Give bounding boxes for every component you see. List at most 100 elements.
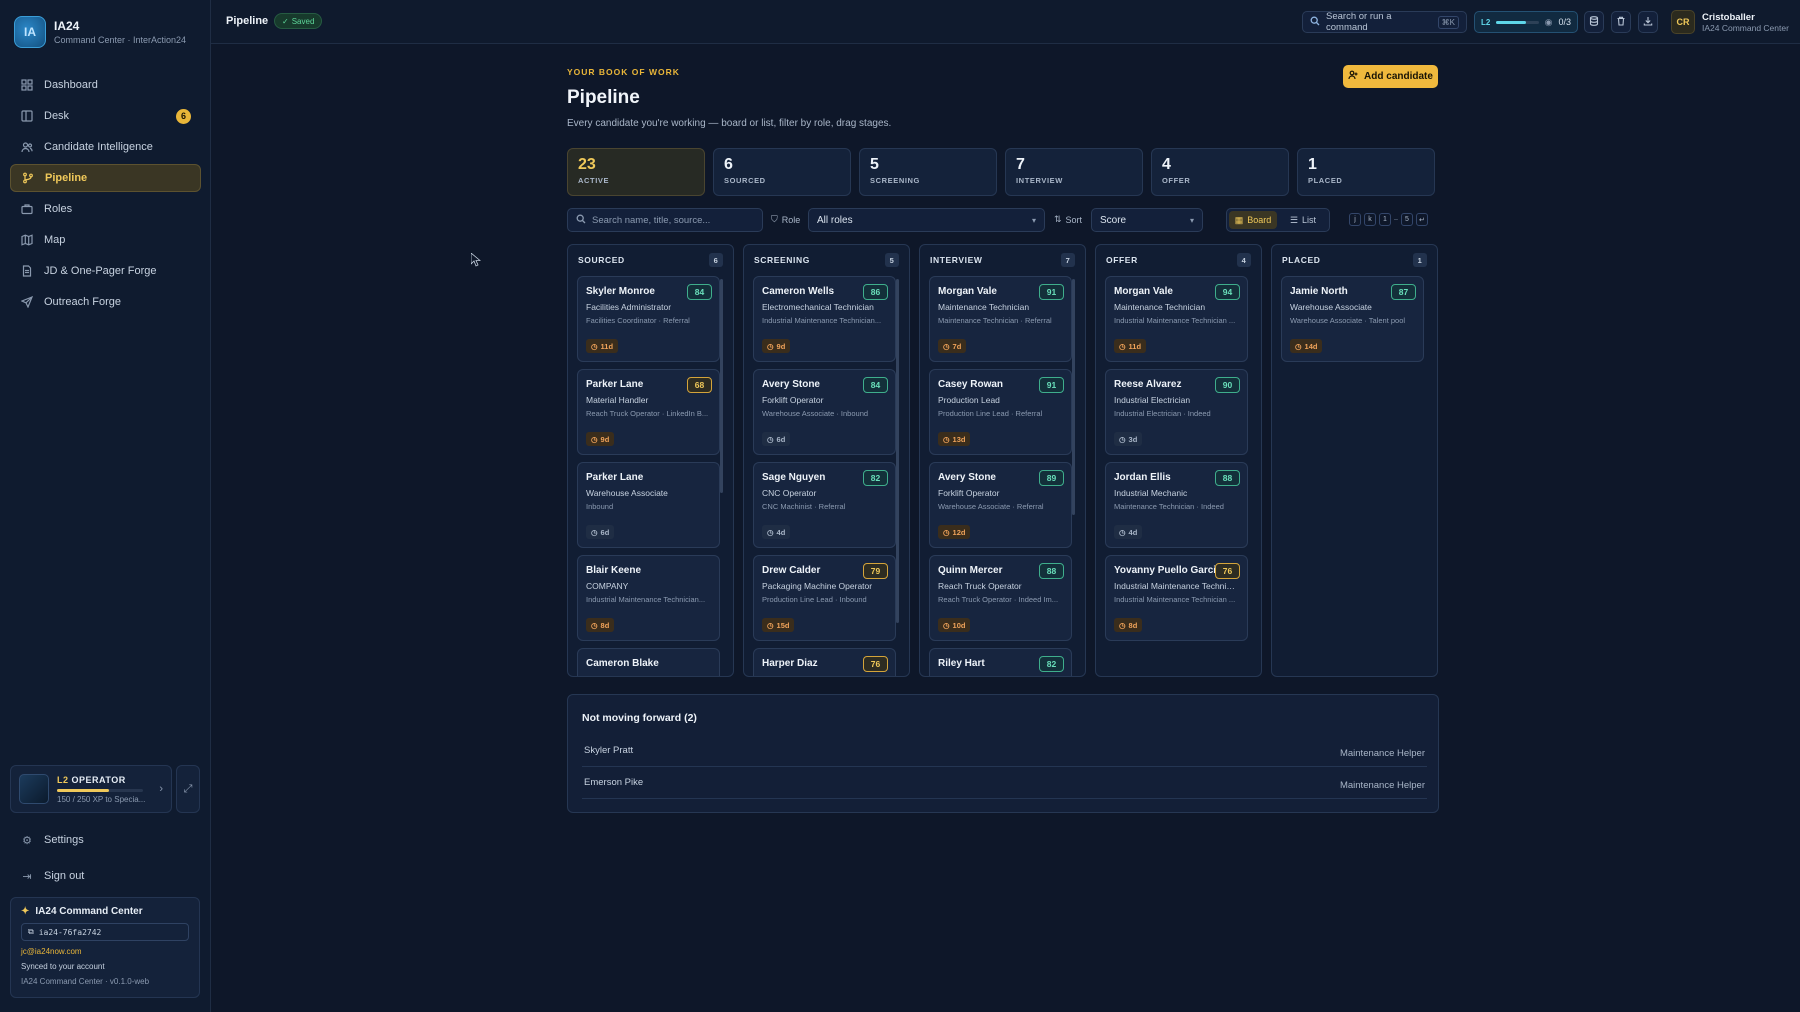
column-scrollbar[interactable] [896, 279, 899, 623]
stat-placed[interactable]: 1 PLACED [1297, 148, 1435, 196]
kanban-column-screening: SCREENING 5 Cameron Wells 86 Electromechanic… [743, 244, 910, 677]
download-button[interactable] [1638, 11, 1658, 33]
command-search[interactable]: Search or run a command ⌘K [1302, 11, 1467, 33]
candidate-card[interactable]: Blair Keene COMPANY Industrial Maintenance… [577, 555, 720, 641]
sidebar-item-label: Roles [44, 203, 73, 215]
saved-label: Saved [291, 16, 315, 26]
sidebar-item-jd-forge[interactable]: JD & One-Pager Forge [10, 257, 201, 285]
sort-select[interactable]: Score ▾ [1091, 208, 1203, 232]
list-item[interactable]: Emerson Pike Maintenance Helper [582, 771, 1427, 799]
candidate-card[interactable]: Avery Stone 84 Forklift Operator Warehouse … [753, 369, 896, 455]
candidate-card[interactable]: Morgan Vale 91 Maintenance Technician Maint… [929, 276, 1072, 362]
database-button[interactable] [1584, 11, 1604, 33]
clock-icon: ◷ [943, 341, 950, 351]
sidebar-item-candidate-intelligence[interactable]: Candidate Intelligence [10, 133, 201, 161]
clock-icon: ◷ [591, 527, 598, 537]
sidebar-item-roles[interactable]: Roles [10, 195, 201, 223]
candidate-card[interactable]: Jamie North 87 Warehouse Associate Warehous… [1281, 276, 1424, 362]
key-hint: ↵ [1415, 213, 1428, 226]
list-view-button[interactable]: ☰ List [1279, 211, 1327, 229]
delete-button[interactable] [1611, 11, 1631, 33]
days-in-stage-badge: ◷ 3d [1114, 432, 1143, 446]
role-filter-label: ⛉ Role [771, 214, 800, 225]
role-select[interactable]: All roles ▾ [808, 208, 1045, 232]
candidate-card[interactable]: Skyler Monroe 84 Facilities Administrator F… [577, 276, 720, 362]
candidate-card[interactable]: Avery Stone 89 Forklift Operator Warehouse … [929, 462, 1072, 548]
avatar[interactable]: CR [1671, 10, 1695, 34]
account-id-field[interactable]: ⧉ ia24-76fa2742 [21, 923, 189, 941]
candidate-card[interactable]: Jordan Ellis 88 Industrial Mechanic Mainten… [1105, 462, 1248, 548]
days-in-stage-badge: ◷ 6d [586, 525, 615, 539]
stat-value: 5 [870, 156, 879, 173]
stat-screening[interactable]: 5 SCREENING [859, 148, 997, 196]
column-scrollbar[interactable] [720, 279, 723, 493]
stat-value: 1 [1308, 156, 1317, 173]
candidate-card[interactable]: Casey Rowan 91 Production Lead Production L… [929, 369, 1072, 455]
candidate-card[interactable]: Reese Alvarez 90 Industrial Electrician Ind… [1105, 369, 1248, 455]
column-body: Morgan Vale 94 Maintenance Technician Indus… [1105, 276, 1248, 648]
stat-label: OFFER [1162, 176, 1191, 185]
candidate-card[interactable]: Sage Nguyen 82 CNC Operator CNC Machinist ·… [753, 462, 896, 548]
candidate-card[interactable]: Yovanny Puello Garcia 76 Industrial Mainte… [1105, 555, 1248, 641]
level-progress[interactable]: L2 ◉ 0/3 [1474, 11, 1578, 33]
candidate-card[interactable]: Harper Diaz 76 [753, 648, 896, 676]
board-icon: ▦ [1234, 214, 1244, 225]
days-in-stage: 10d [952, 620, 966, 630]
sidebar-item-outreach-forge[interactable]: Outreach Forge [10, 288, 201, 316]
list-item[interactable]: Skyler Pratt Maintenance Helper [582, 739, 1427, 767]
days-in-stage-badge: ◷ 15d [762, 618, 795, 632]
settings-link[interactable]: ⚙ Settings [10, 827, 94, 853]
sidebar-item-dashboard[interactable]: Dashboard [10, 71, 201, 99]
score-badge: 91 [1039, 377, 1064, 393]
candidate-card[interactable]: Riley Hart 82 [929, 648, 1072, 676]
candidate-card[interactable]: Drew Calder 79 Packaging Machine Operator P… [753, 555, 896, 641]
search-icon [576, 214, 586, 227]
copy-icon: ⧉ [28, 927, 34, 936]
candidate-meta: Industrial Maintenance Technician... [762, 316, 882, 325]
sign-out-label: Sign out [44, 870, 85, 882]
add-candidate-label: Add candidate [1364, 71, 1433, 82]
column-count: 1 [1413, 253, 1427, 267]
candidate-title: Material Handler [586, 395, 649, 405]
git-branch-icon [21, 171, 35, 185]
sign-out-link[interactable]: ⇥ Sign out [10, 863, 94, 889]
candidate-card[interactable]: Parker Lane Warehouse Associate Inbound ◷ 6d [577, 462, 720, 548]
account-email[interactable]: jc@ia24now.com [21, 947, 189, 956]
candidate-card[interactable]: Morgan Vale 94 Maintenance Technician Indus… [1105, 276, 1248, 362]
sidebar-item-desk[interactable]: Desk 6 [10, 102, 201, 130]
operator-role: OPERATOR [71, 774, 126, 785]
add-candidate-button[interactable]: Add candidate [1343, 65, 1438, 88]
candidate-meta: Maintenance Technician · Indeed [1114, 502, 1224, 511]
sidebar-nav: Dashboard Desk 6 Candidate Intelligence … [0, 71, 211, 319]
board-view-button[interactable]: ▦ Board [1229, 211, 1277, 229]
stat-active[interactable]: 23 ACTIVE [567, 148, 705, 196]
list-view-label: List [1302, 215, 1317, 225]
column-count: 6 [709, 253, 723, 267]
days-in-stage: 6d [600, 527, 610, 537]
sidebar-item-map[interactable]: Map [10, 226, 201, 254]
stat-offer[interactable]: 4 OFFER [1151, 148, 1289, 196]
stat-interview[interactable]: 7 INTERVIEW [1005, 148, 1143, 196]
clock-icon: ◷ [1119, 341, 1126, 351]
candidate-card[interactable]: Parker Lane 68 Material Handler Reach Truck… [577, 369, 720, 455]
days-in-stage: 9d [600, 434, 610, 444]
brand[interactable]: IA IA24 Command Center · InterAction24 [0, 0, 210, 64]
operator-card[interactable]: L2 OPERATOR 150 / 250 XP to Specia... › [10, 765, 172, 813]
candidate-meta: Warehouse Associate · Inbound [762, 409, 869, 418]
view-toggle: ▦ Board ☰ List [1226, 208, 1330, 232]
candidate-card[interactable]: Cameron Wells 86 Electromechanical Technic… [753, 276, 896, 362]
expand-button[interactable]: ⤢ [176, 765, 200, 813]
grid-icon [20, 78, 34, 92]
column-scrollbar[interactable] [1072, 279, 1075, 515]
xp-progress-fill [57, 788, 109, 792]
clock-icon: ◷ [591, 434, 598, 444]
candidate-search-input[interactable]: Search name, title, source... [567, 208, 763, 232]
stat-sourced[interactable]: 6 SOURCED [713, 148, 851, 196]
sidebar-item-pipeline[interactable]: Pipeline [10, 164, 201, 192]
command-center-card: ✦ IA24 Command Center ⧉ ia24-76fa2742 jc@i… [10, 897, 200, 998]
candidate-card[interactable]: Quinn Mercer 88 Reach Truck Operator Reach … [929, 555, 1072, 641]
candidate-card[interactable]: Cameron Blake [577, 648, 720, 676]
kanban-column-placed: PLACED 1 Jamie North 87 Warehouse Associate W… [1271, 244, 1438, 677]
candidate-meta: Industrial Electrician · Indeed [1114, 409, 1211, 418]
candidate-title: Production Lead [938, 395, 1000, 405]
